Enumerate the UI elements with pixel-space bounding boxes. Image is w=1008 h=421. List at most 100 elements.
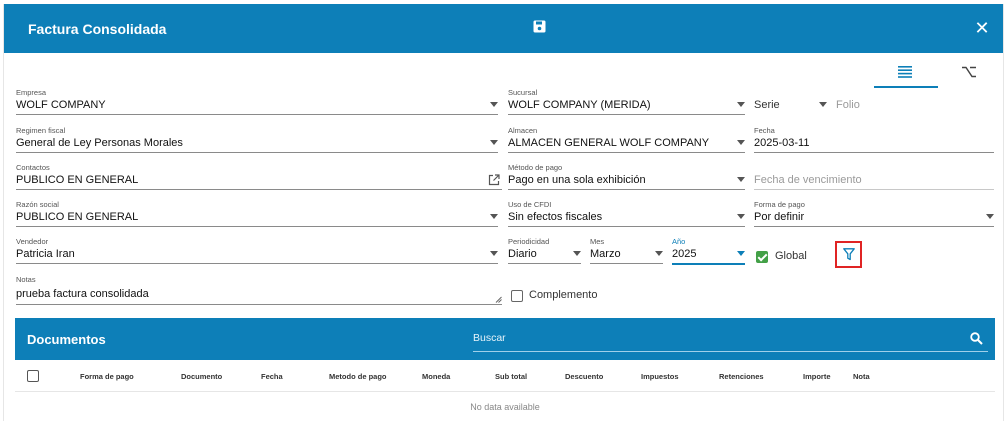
select-all-checkbox[interactable] xyxy=(27,370,39,382)
fecha-value: 2025-03-11 xyxy=(754,137,810,149)
empresa-underline xyxy=(16,114,498,115)
forma-pago-underline xyxy=(754,226,994,227)
chevron-down-icon[interactable] xyxy=(490,214,498,219)
complemento-label: Complemento xyxy=(529,289,598,301)
search-icon[interactable] xyxy=(970,332,983,345)
metodo-pago-value: Pago en una sola exhibición xyxy=(508,174,646,186)
save-icon xyxy=(533,20,546,33)
col-metodo-pago[interactable]: Metodo de pago xyxy=(329,372,387,381)
documentos-title: Documentos xyxy=(27,332,106,347)
chevron-down-icon[interactable] xyxy=(819,102,827,107)
col-descuento[interactable]: Descuento xyxy=(565,372,603,381)
global-checkbox[interactable] xyxy=(756,251,768,263)
global-label: Global xyxy=(775,250,807,262)
chevron-down-icon[interactable] xyxy=(655,251,663,256)
sucursal-underline xyxy=(508,114,745,115)
dialog-title: Factura Consolidada xyxy=(28,21,167,37)
mes-underline xyxy=(590,263,663,264)
razon-social-value: PUBLICO EN GENERAL xyxy=(16,211,139,223)
periodicidad-underline xyxy=(508,263,581,264)
col-moneda[interactable]: Moneda xyxy=(422,372,450,381)
col-documento[interactable]: Documento xyxy=(181,372,222,381)
periodicidad-value: Diario xyxy=(508,248,537,260)
col-importe[interactable]: Importe xyxy=(803,372,831,381)
tab-list-view[interactable] xyxy=(874,58,938,88)
periodicidad-label: Periodicidad xyxy=(508,237,550,246)
contactos-value: PUBLICO EN GENERAL xyxy=(16,174,139,186)
fecha-underline xyxy=(754,152,994,153)
mes-value: Marzo xyxy=(590,248,621,260)
empresa-value: WOLF COMPANY xyxy=(16,99,106,111)
save-button[interactable] xyxy=(533,20,549,36)
documentos-header: Documentos Buscar xyxy=(15,318,995,360)
fecha-vencimiento-underline xyxy=(754,189,994,190)
vendedor-underline xyxy=(16,263,498,264)
chevron-down-icon[interactable] xyxy=(737,102,745,107)
uso-cfdi-label: Uso de CFDI xyxy=(508,200,552,209)
empresa-label: Empresa xyxy=(16,88,47,97)
chevron-down-icon[interactable] xyxy=(986,214,994,219)
forma-pago-label: Forma de pago xyxy=(754,200,805,209)
col-sub-total[interactable]: Sub total xyxy=(495,372,527,381)
almacen-value: ALMACEN GENERAL WOLF COMPANY xyxy=(508,137,710,149)
anio-value: 2025 xyxy=(672,248,697,260)
list-view-icon xyxy=(898,66,912,78)
filter-icon xyxy=(843,248,855,261)
filter-button[interactable] xyxy=(835,241,862,268)
col-fecha[interactable]: Fecha xyxy=(261,372,283,381)
chevron-down-icon[interactable] xyxy=(490,251,498,256)
metodo-pago-underline xyxy=(508,189,745,190)
chevron-down-icon[interactable] xyxy=(737,140,745,145)
mes-label: Mes xyxy=(590,237,605,246)
documentos-panel: Documentos Buscar Forma de pago Document… xyxy=(15,318,995,421)
close-button[interactable]: ✕ xyxy=(972,18,992,38)
table-header: Forma de pago Documento Fecha Metodo de … xyxy=(15,360,995,392)
external-link-icon[interactable] xyxy=(488,174,500,186)
vendedor-label: Vendedor xyxy=(16,237,49,246)
uso-cfdi-underline xyxy=(508,226,745,227)
sucursal-label: Sucursal xyxy=(508,88,538,97)
title-bar: Factura Consolidada ✕ xyxy=(4,4,1003,53)
search-input[interactable]: Buscar xyxy=(473,332,506,344)
almacen-label: Almacen xyxy=(508,126,538,135)
vendedor-value: Patricia Iran xyxy=(16,248,75,260)
fecha-vencimiento-placeholder: Fecha de vencimiento xyxy=(754,174,862,186)
almacen-underline xyxy=(508,152,745,153)
razon-social-underline xyxy=(16,226,498,227)
notas-underline xyxy=(16,304,502,305)
col-impuestos[interactable]: Impuestos xyxy=(641,372,679,381)
regimen-fiscal-underline xyxy=(16,152,498,153)
serie-placeholder: Serie xyxy=(754,99,780,111)
close-icon: ✕ xyxy=(974,18,990,38)
textarea-resize-icon[interactable] xyxy=(495,296,502,303)
contactos-label: Contactos xyxy=(16,163,50,172)
chevron-down-icon[interactable] xyxy=(490,140,498,145)
complemento-checkbox[interactable] xyxy=(511,290,523,302)
chevron-down-icon[interactable] xyxy=(737,251,745,256)
tab-alt-view[interactable] xyxy=(938,58,1002,88)
chevron-down-icon[interactable] xyxy=(573,251,581,256)
notas-textarea[interactable]: Notas prueba factura consolidada xyxy=(16,275,502,305)
anio-label: Año xyxy=(672,237,686,246)
forma-pago-value: Por definir xyxy=(754,211,805,223)
chevron-down-icon[interactable] xyxy=(737,177,745,182)
empty-message: No data available xyxy=(470,402,540,412)
razon-social-label: Razón social xyxy=(16,200,59,209)
uso-cfdi-value: Sin efectos fiscales xyxy=(508,211,603,223)
sucursal-value: WOLF COMPANY (MERIDA) xyxy=(508,99,651,111)
anio-underline xyxy=(672,263,745,265)
notas-value: prueba factura consolidada xyxy=(16,288,149,300)
regimen-fiscal-value: General de Ley Personas Morales xyxy=(16,137,183,149)
alt-view-icon xyxy=(962,66,976,78)
col-retenciones[interactable]: Retenciones xyxy=(719,372,764,381)
regimen-fiscal-label: Regimen fiscal xyxy=(16,126,66,135)
view-tabs xyxy=(874,58,1005,88)
fecha-label: Fecha xyxy=(754,126,775,135)
contactos-underline xyxy=(16,189,502,190)
col-forma-pago[interactable]: Forma de pago xyxy=(80,372,134,381)
notas-label: Notas xyxy=(16,275,36,284)
folio-placeholder: Folio xyxy=(836,99,860,111)
chevron-down-icon[interactable] xyxy=(490,102,498,107)
col-nota[interactable]: Nota xyxy=(853,372,870,381)
chevron-down-icon[interactable] xyxy=(737,214,745,219)
